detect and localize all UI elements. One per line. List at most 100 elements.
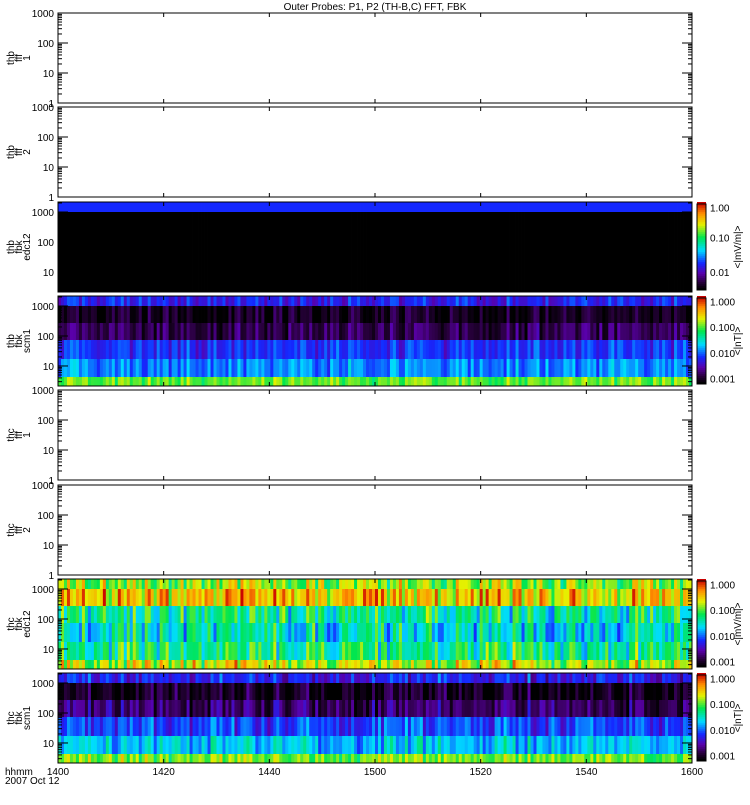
colorbar: 1.0000.1000.0100.001<|nT|>: [697, 296, 744, 386]
heatmap-cell: [647, 589, 650, 606]
colorbar-swatch: [697, 635, 706, 637]
heatmap-cell: [166, 579, 169, 589]
heatmap-cell: [154, 589, 157, 606]
heatmap-cell: [309, 579, 312, 589]
heatmap-cell: [522, 202, 525, 212]
heatmap-cell: [190, 359, 193, 377]
heatmap-cell: [169, 660, 172, 669]
heatmap-cell: [309, 589, 312, 606]
heatmap-cell: [64, 202, 67, 212]
heatmap-cell: [270, 323, 273, 340]
colorbar-swatch: [697, 599, 706, 601]
heatmap-cell: [324, 589, 327, 606]
heatmap-cell: [528, 212, 531, 229]
heatmap-cell: [539, 589, 542, 606]
heatmap-cell: [252, 606, 255, 623]
heatmap-cell: [492, 377, 495, 386]
colorbar-swatch: [697, 611, 706, 613]
heatmap-cell: [623, 606, 626, 623]
heatmap-cell: [396, 340, 399, 359]
heatmap-cell: [151, 323, 154, 340]
heatmap-cell: [196, 660, 199, 669]
heatmap-cell: [166, 212, 169, 229]
heatmap-cell: [498, 579, 501, 589]
heatmap-cell: [225, 265, 228, 283]
heatmap-cell: [249, 700, 252, 717]
heatmap-cell: [536, 623, 539, 642]
heatmap-cell: [414, 340, 417, 359]
heatmap-cell: [88, 683, 91, 700]
heatmap-cell: [285, 306, 288, 323]
heatmap-cell: [219, 700, 222, 717]
heatmap-cell: [593, 246, 596, 265]
heatmap-cell: [623, 623, 626, 642]
heatmap-cell: [536, 306, 539, 323]
heatmap-cell: [315, 377, 318, 386]
y-axis-label: edc12: [22, 610, 33, 638]
heatmap-cell: [408, 265, 411, 283]
heatmap-cell: [297, 265, 300, 283]
heatmap-cell: [127, 246, 130, 265]
heatmap-cell: [109, 306, 112, 323]
heatmap-cell: [282, 736, 285, 754]
heatmap-cell: [504, 246, 507, 265]
heatmap-cell: [495, 323, 498, 340]
heatmap-cell: [91, 642, 94, 660]
heatmap-cell: [118, 306, 121, 323]
heatmap-cell: [590, 323, 593, 340]
heatmap-cell: [480, 212, 483, 229]
heatmap-cell: [629, 229, 632, 246]
heatmap-cell: [64, 283, 67, 292]
heatmap-cell: [124, 754, 127, 763]
heatmap-cell: [154, 736, 157, 754]
heatmap-cell: [417, 340, 420, 359]
heatmap-cell: [154, 340, 157, 359]
heatmap-cell: [234, 283, 237, 292]
heatmap-cell: [279, 683, 282, 700]
heatmap-cell: [566, 579, 569, 589]
colorbar-swatch: [697, 649, 706, 651]
heatmap-cell: [602, 265, 605, 283]
heatmap-cell: [103, 265, 106, 283]
heatmap-cell: [255, 660, 258, 669]
heatmap-cell: [686, 359, 689, 377]
panel-4: 100010010thbfbkscm1: [6, 296, 692, 386]
heatmap-cell: [539, 579, 542, 589]
heatmap-cell: [91, 673, 94, 683]
heatmap-cell: [121, 377, 124, 386]
heatmap-cell: [270, 229, 273, 246]
heatmap-cell: [560, 589, 563, 606]
heatmap-cell: [387, 283, 390, 292]
heatmap-cell: [157, 202, 160, 212]
heatmap-cell: [671, 246, 674, 265]
heatmap-cell: [408, 212, 411, 229]
heatmap-cell: [324, 623, 327, 642]
heatmap-cell: [396, 229, 399, 246]
heatmap-cell: [73, 202, 76, 212]
heatmap-cell: [384, 589, 387, 606]
heatmap-cell: [611, 323, 614, 340]
heatmap-cell: [620, 340, 623, 359]
heatmap-cell: [569, 229, 572, 246]
heatmap-cell: [279, 283, 282, 292]
heatmap-cell: [243, 265, 246, 283]
heatmap-cell: [94, 683, 97, 700]
panel-7: 100010010thcfbkedc12: [6, 579, 692, 669]
heatmap-cell: [569, 202, 572, 212]
heatmap-cell: [563, 642, 566, 660]
heatmap-cell: [536, 589, 539, 606]
heatmap-cell: [249, 306, 252, 323]
heatmap-cell: [605, 377, 608, 386]
heatmap-cell: [133, 246, 136, 265]
colorbar-swatch: [697, 629, 706, 631]
heatmap-cell: [303, 642, 306, 660]
heatmap-cell: [324, 660, 327, 669]
heatmap-cell: [435, 323, 438, 340]
heatmap-cell: [492, 623, 495, 642]
heatmap-cell: [166, 717, 169, 736]
heatmap-cell: [205, 306, 208, 323]
heatmap-cell: [67, 359, 70, 377]
heatmap-cell: [276, 673, 279, 683]
heatmap-cell: [662, 229, 665, 246]
heatmap-cell: [542, 589, 545, 606]
